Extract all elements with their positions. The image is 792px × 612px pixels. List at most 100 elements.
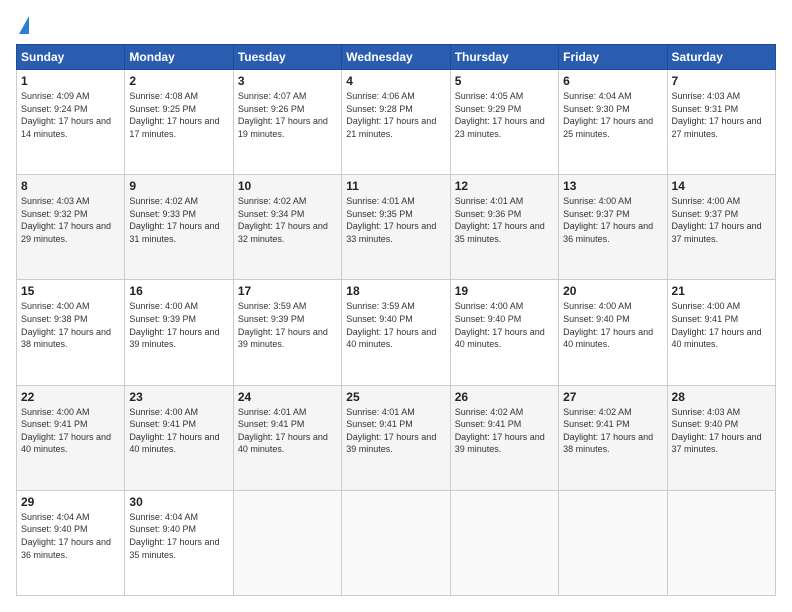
calendar-cell: 8 Sunrise: 4:03 AMSunset: 9:32 PMDaylight… bbox=[17, 175, 125, 280]
calendar-cell: 15 Sunrise: 4:00 AMSunset: 9:38 PMDayligh… bbox=[17, 280, 125, 385]
calendar-cell: 19 Sunrise: 4:00 AMSunset: 9:40 PMDayligh… bbox=[450, 280, 558, 385]
day-number: 3 bbox=[238, 74, 337, 88]
day-number: 18 bbox=[346, 284, 445, 298]
calendar-header-row: SundayMondayTuesdayWednesdayThursdayFrid… bbox=[17, 45, 776, 70]
day-info: Sunrise: 4:08 AMSunset: 9:25 PMDaylight:… bbox=[129, 90, 228, 140]
day-number: 6 bbox=[563, 74, 662, 88]
calendar-cell: 5Sunrise: 4:05 AMSunset: 9:29 PMDaylight… bbox=[450, 70, 558, 175]
day-info: Sunrise: 4:02 AMSunset: 9:41 PMDaylight:… bbox=[455, 406, 554, 456]
day-info: Sunrise: 4:00 AMSunset: 9:37 PMDaylight:… bbox=[563, 195, 662, 245]
day-number: 21 bbox=[672, 284, 771, 298]
day-number: 19 bbox=[455, 284, 554, 298]
calendar-cell: 23 Sunrise: 4:00 AMSunset: 9:41 PMDayligh… bbox=[125, 385, 233, 490]
day-number: 17 bbox=[238, 284, 337, 298]
day-info: Sunrise: 4:03 AMSunset: 9:31 PMDaylight:… bbox=[672, 90, 771, 140]
col-header-sunday: Sunday bbox=[17, 45, 125, 70]
day-info: Sunrise: 4:00 AMSunset: 9:41 PMDaylight:… bbox=[21, 406, 120, 456]
calendar-cell: 25Sunrise: 4:01 AMSunset: 9:41 PMDayligh… bbox=[342, 385, 450, 490]
logo-line1 bbox=[16, 16, 29, 36]
calendar-cell: 4 Sunrise: 4:06 AMSunset: 9:28 PMDaylight… bbox=[342, 70, 450, 175]
day-info: Sunrise: 4:03 AMSunset: 9:40 PMDaylight:… bbox=[672, 406, 771, 456]
col-header-thursday: Thursday bbox=[450, 45, 558, 70]
day-info: Sunrise: 4:00 AMSunset: 9:40 PMDaylight:… bbox=[455, 300, 554, 350]
calendar-cell: 12 Sunrise: 4:01 AMSunset: 9:36 PMDayligh… bbox=[450, 175, 558, 280]
calendar-cell: 20Sunrise: 4:00 AMSunset: 9:40 PMDayligh… bbox=[559, 280, 667, 385]
day-info: Sunrise: 4:06 AMSunset: 9:28 PMDaylight:… bbox=[346, 90, 445, 140]
col-header-saturday: Saturday bbox=[667, 45, 775, 70]
day-info: Sunrise: 4:03 AMSunset: 9:32 PMDaylight:… bbox=[21, 195, 120, 245]
calendar-table: SundayMondayTuesdayWednesdayThursdayFrid… bbox=[16, 44, 776, 596]
day-info: Sunrise: 4:04 AMSunset: 9:30 PMDaylight:… bbox=[563, 90, 662, 140]
day-info: Sunrise: 4:00 AMSunset: 9:37 PMDaylight:… bbox=[672, 195, 771, 245]
day-info: Sunrise: 3:59 AMSunset: 9:39 PMDaylight:… bbox=[238, 300, 337, 350]
day-number: 22 bbox=[21, 390, 120, 404]
calendar-cell: 27 Sunrise: 4:02 AMSunset: 9:41 PMDayligh… bbox=[559, 385, 667, 490]
col-header-tuesday: Tuesday bbox=[233, 45, 341, 70]
calendar-cell: 11Sunrise: 4:01 AMSunset: 9:35 PMDayligh… bbox=[342, 175, 450, 280]
day-number: 10 bbox=[238, 179, 337, 193]
col-header-friday: Friday bbox=[559, 45, 667, 70]
day-info: Sunrise: 4:02 AMSunset: 9:33 PMDaylight:… bbox=[129, 195, 228, 245]
calendar-cell bbox=[342, 490, 450, 595]
calendar-week-row: 8 Sunrise: 4:03 AMSunset: 9:32 PMDaylight… bbox=[17, 175, 776, 280]
calendar-cell: 29Sunrise: 4:04 AMSunset: 9:40 PMDayligh… bbox=[17, 490, 125, 595]
day-info: Sunrise: 4:01 AMSunset: 9:35 PMDaylight:… bbox=[346, 195, 445, 245]
calendar-cell: 24 Sunrise: 4:01 AMSunset: 9:41 PMDayligh… bbox=[233, 385, 341, 490]
day-info: Sunrise: 4:04 AMSunset: 9:40 PMDaylight:… bbox=[129, 511, 228, 561]
day-number: 25 bbox=[346, 390, 445, 404]
calendar-cell: 6 Sunrise: 4:04 AMSunset: 9:30 PMDaylight… bbox=[559, 70, 667, 175]
day-number: 16 bbox=[129, 284, 228, 298]
calendar-cell: 10 Sunrise: 4:02 AMSunset: 9:34 PMDayligh… bbox=[233, 175, 341, 280]
day-number: 29 bbox=[21, 495, 120, 509]
calendar-week-row: 22 Sunrise: 4:00 AMSunset: 9:41 PMDayligh… bbox=[17, 385, 776, 490]
day-number: 24 bbox=[238, 390, 337, 404]
day-number: 7 bbox=[672, 74, 771, 88]
day-info: Sunrise: 4:00 AMSunset: 9:41 PMDaylight:… bbox=[672, 300, 771, 350]
day-info: Sunrise: 4:07 AMSunset: 9:26 PMDaylight:… bbox=[238, 90, 337, 140]
calendar-cell: 2 Sunrise: 4:08 AMSunset: 9:25 PMDaylight… bbox=[125, 70, 233, 175]
page: SundayMondayTuesdayWednesdayThursdayFrid… bbox=[0, 0, 792, 612]
calendar-cell: 26 Sunrise: 4:02 AMSunset: 9:41 PMDayligh… bbox=[450, 385, 558, 490]
calendar-cell bbox=[559, 490, 667, 595]
calendar-cell: 14 Sunrise: 4:00 AMSunset: 9:37 PMDayligh… bbox=[667, 175, 775, 280]
calendar-cell: 17 Sunrise: 3:59 AMSunset: 9:39 PMDayligh… bbox=[233, 280, 341, 385]
day-info: Sunrise: 4:00 AMSunset: 9:41 PMDaylight:… bbox=[129, 406, 228, 456]
day-info: Sunrise: 4:01 AMSunset: 9:41 PMDaylight:… bbox=[238, 406, 337, 456]
col-header-monday: Monday bbox=[125, 45, 233, 70]
day-info: Sunrise: 4:00 AMSunset: 9:38 PMDaylight:… bbox=[21, 300, 120, 350]
calendar-cell bbox=[450, 490, 558, 595]
day-info: Sunrise: 4:02 AMSunset: 9:34 PMDaylight:… bbox=[238, 195, 337, 245]
day-number: 27 bbox=[563, 390, 662, 404]
calendar-cell: 1 Sunrise: 4:09 AMSunset: 9:24 PMDaylight… bbox=[17, 70, 125, 175]
calendar-week-row: 15 Sunrise: 4:00 AMSunset: 9:38 PMDayligh… bbox=[17, 280, 776, 385]
day-number: 4 bbox=[346, 74, 445, 88]
calendar-cell: 13 Sunrise: 4:00 AMSunset: 9:37 PMDayligh… bbox=[559, 175, 667, 280]
day-info: Sunrise: 4:01 AMSunset: 9:36 PMDaylight:… bbox=[455, 195, 554, 245]
calendar-cell: 22 Sunrise: 4:00 AMSunset: 9:41 PMDayligh… bbox=[17, 385, 125, 490]
col-header-wednesday: Wednesday bbox=[342, 45, 450, 70]
logo-triangle-icon bbox=[19, 16, 29, 34]
day-number: 26 bbox=[455, 390, 554, 404]
day-info: Sunrise: 4:09 AMSunset: 9:24 PMDaylight:… bbox=[21, 90, 120, 140]
calendar-cell: 16Sunrise: 4:00 AMSunset: 9:39 PMDayligh… bbox=[125, 280, 233, 385]
day-number: 2 bbox=[129, 74, 228, 88]
day-info: Sunrise: 3:59 AMSunset: 9:40 PMDaylight:… bbox=[346, 300, 445, 350]
day-number: 8 bbox=[21, 179, 120, 193]
day-number: 15 bbox=[21, 284, 120, 298]
day-number: 1 bbox=[21, 74, 120, 88]
calendar-cell: 30 Sunrise: 4:04 AMSunset: 9:40 PMDayligh… bbox=[125, 490, 233, 595]
calendar-cell: 21 Sunrise: 4:00 AMSunset: 9:41 PMDayligh… bbox=[667, 280, 775, 385]
day-number: 23 bbox=[129, 390, 228, 404]
day-info: Sunrise: 4:05 AMSunset: 9:29 PMDaylight:… bbox=[455, 90, 554, 140]
day-number: 9 bbox=[129, 179, 228, 193]
day-number: 14 bbox=[672, 179, 771, 193]
calendar-cell bbox=[233, 490, 341, 595]
calendar-cell bbox=[667, 490, 775, 595]
day-number: 12 bbox=[455, 179, 554, 193]
day-info: Sunrise: 4:02 AMSunset: 9:41 PMDaylight:… bbox=[563, 406, 662, 456]
calendar-week-row: 29 Sunrise: 4:04 AMSunset: 9:40 PMDayligh… bbox=[17, 490, 776, 595]
calendar-cell: 7 Sunrise: 4:03 AMSunset: 9:31 PMDaylight… bbox=[667, 70, 775, 175]
day-number: 30 bbox=[129, 495, 228, 509]
day-number: 13 bbox=[563, 179, 662, 193]
day-number: 20 bbox=[563, 284, 662, 298]
